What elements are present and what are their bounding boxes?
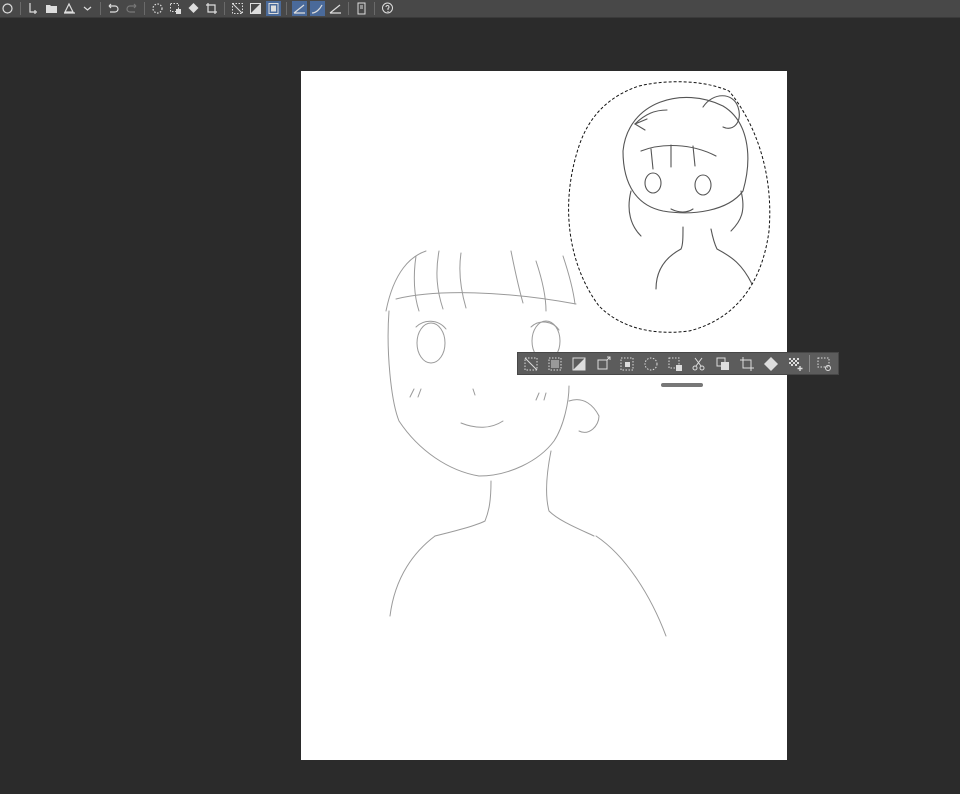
toolbar-separator	[286, 2, 287, 15]
sketch-drawing	[385, 81, 771, 637]
redo-icon[interactable]	[124, 1, 139, 16]
launcher-drag-handle[interactable]	[661, 383, 703, 387]
shrink-selection-icon[interactable]	[617, 354, 637, 373]
toolbar-separator	[20, 2, 21, 15]
copy-paste-icon[interactable]	[713, 354, 733, 373]
snap-special-ruler-icon[interactable]	[310, 1, 325, 16]
device-icon[interactable]	[354, 1, 369, 16]
new-layer-icon[interactable]	[785, 354, 805, 373]
clear-icon[interactable]	[150, 1, 165, 16]
show-selection-icon[interactable]	[266, 1, 281, 16]
invert-selection-icon[interactable]	[248, 1, 263, 16]
open-file-icon[interactable]	[44, 1, 59, 16]
toolbar-separator	[374, 2, 375, 15]
deselect-icon[interactable]	[521, 354, 541, 373]
fill-icon[interactable]	[168, 1, 183, 16]
invert-selection-icon[interactable]	[569, 354, 589, 373]
expand-selection-icon[interactable]	[593, 354, 613, 373]
toolbar-separator	[100, 2, 101, 15]
top-toolbar	[0, 0, 960, 18]
toolbar-separator	[348, 2, 349, 15]
snap-ruler-icon[interactable]	[292, 1, 307, 16]
save-icon[interactable]	[62, 1, 77, 16]
launcher-separator	[809, 355, 810, 372]
drawing-canvas[interactable]	[301, 71, 787, 760]
cut-icon[interactable]	[689, 354, 709, 373]
new-file-icon[interactable]	[26, 1, 41, 16]
deselect-icon[interactable]	[230, 1, 245, 16]
selection-launcher	[517, 352, 839, 375]
clear-outside-icon[interactable]	[641, 354, 661, 373]
launcher-settings-icon[interactable]	[814, 354, 834, 373]
fill-bucket-icon[interactable]	[186, 1, 201, 16]
panel-icon[interactable]	[0, 1, 15, 16]
dropdown-icon[interactable]	[80, 1, 95, 16]
clear-inside-icon[interactable]	[665, 354, 685, 373]
select-all-icon[interactable]	[545, 354, 565, 373]
crop-icon[interactable]	[204, 1, 219, 16]
crop-icon[interactable]	[737, 354, 757, 373]
help-icon[interactable]	[380, 1, 395, 16]
fill-icon[interactable]	[761, 354, 781, 373]
toolbar-separator	[224, 2, 225, 15]
toolbar-separator	[144, 2, 145, 15]
ruler-icon[interactable]	[328, 1, 343, 16]
undo-icon[interactable]	[106, 1, 121, 16]
